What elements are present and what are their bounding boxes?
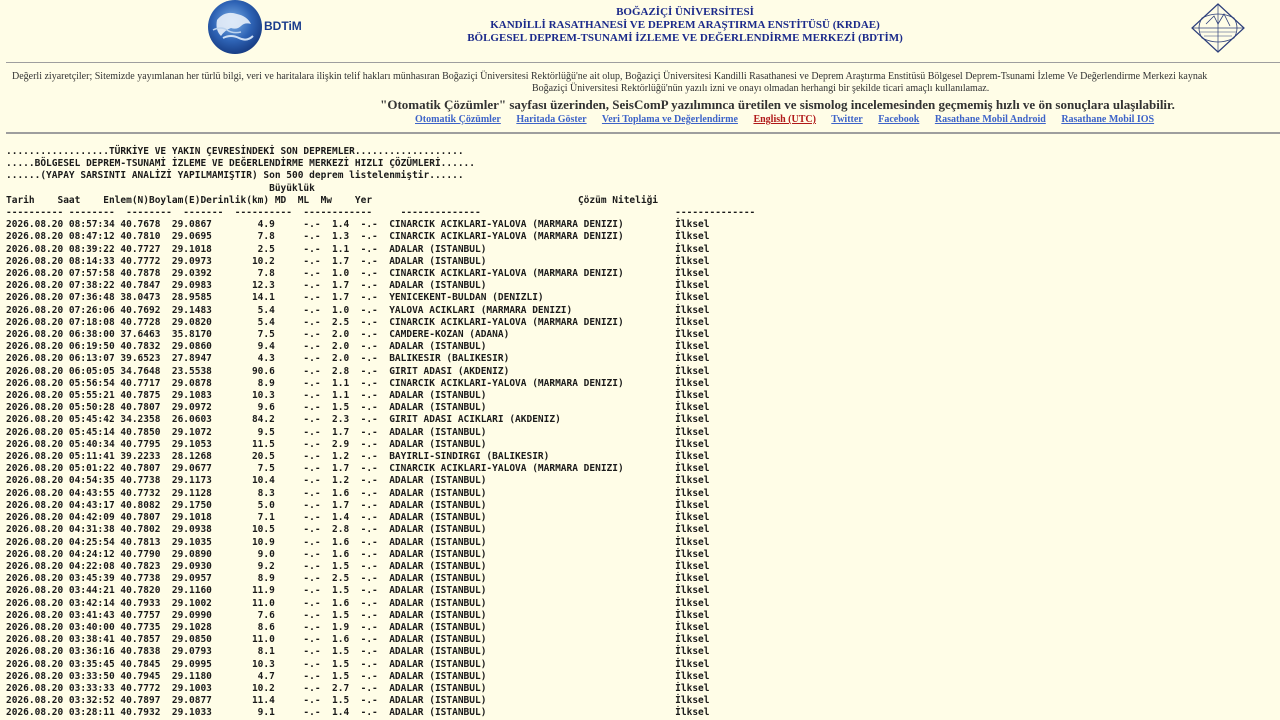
table-row: 2026.08.20 07:36:48 38.0473 28.9585 14.1… — [6, 292, 721, 304]
banner-line: ..................TÜRKİYE VE YAKIN ÇEVRE… — [6, 146, 464, 157]
nav-english[interactable]: English (UTC) — [753, 114, 816, 125]
table-row: 2026.08.20 03:44:21 40.7820 29.1160 11.9… — [6, 585, 721, 597]
table-row: 2026.08.20 07:18:08 40.7728 29.0820 5.4 … — [6, 316, 721, 328]
earthquake-rows: 2026.08.20 08:57:34 40.7678 29.0867 4.9 … — [6, 219, 755, 719]
column-headers: Tarih Saat Enlem(N)Boylam(E)Derinlik(km)… — [6, 194, 659, 206]
table-row: 2026.08.20 05:50:28 40.7807 29.0972 9.6 … — [6, 402, 721, 414]
table-row: 2026.08.20 03:41:43 40.7757 29.0990 7.6 … — [6, 609, 721, 621]
nav-twitter[interactable]: Twitter — [831, 114, 862, 125]
nav-otomatik-cozumler[interactable]: Otomatik Çözümler — [415, 114, 501, 125]
table-row: 2026.08.20 07:38:22 40.7847 29.0983 12.3… — [6, 280, 721, 292]
table-row: 2026.08.20 03:33:50 40.7945 29.1180 4.7 … — [6, 670, 721, 682]
table-row: 2026.08.20 03:33:33 40.7772 29.1003 10.2… — [6, 682, 721, 694]
automatic-solutions-tagline: "Otomatik Çözümler" sayfası üzerinden, S… — [380, 97, 1175, 112]
table-row: 2026.08.20 03:36:16 40.7838 29.0793 8.1 … — [6, 646, 721, 658]
copyright-line-2: Boğaziçi Üniversitesi Rektörlüğü'nün yaz… — [532, 83, 990, 94]
table-row: 2026.08.20 03:45:39 40.7738 29.0957 8.9 … — [6, 573, 721, 585]
banner-line: ......(YAPAY SARSINTI ANALİZİ YAPILMAMIŞ… — [6, 170, 464, 182]
bdtim-logo[interactable]: BDTiM — [207, 0, 307, 56]
header-divider — [6, 62, 1280, 63]
table-row: 2026.08.20 08:57:34 40.7678 29.0867 4.9 … — [6, 219, 721, 231]
nav-haritada-goster[interactable]: Haritada Göster — [516, 114, 586, 125]
table-row: 2026.08.20 05:45:42 34.2358 26.0603 84.2… — [6, 414, 721, 426]
institute-name: KANDİLLİ RASATHANESİ VE DEPREM ARAŞTIRMA… — [490, 19, 880, 31]
copyright-line-1: Değerli ziyaretçiler; Sitemizde yayımlan… — [12, 71, 1208, 82]
table-row: 2026.08.20 03:42:14 40.7933 29.1002 11.0… — [6, 597, 721, 609]
nav-mobil-android[interactable]: Rasathane Mobil Android — [935, 114, 1046, 125]
table-row: 2026.08.20 04:54:35 40.7738 29.1173 10.4… — [6, 475, 721, 487]
center-name: BÖLGESEL DEPREM-TSUNAMİ İZLEME VE DEĞERL… — [467, 32, 903, 44]
table-row: 2026.08.20 04:31:38 40.7802 29.0938 10.5… — [6, 524, 721, 536]
table-row: 2026.08.20 03:38:41 40.7857 29.0850 11.0… — [6, 634, 721, 646]
nav-divider — [6, 132, 1280, 134]
table-row: 2026.08.20 08:14:33 40.7772 29.0973 10.2… — [6, 255, 721, 267]
table-row: 2026.08.20 05:55:21 40.7875 29.1083 10.3… — [6, 390, 721, 402]
table-row: 2026.08.20 08:39:22 40.7727 29.1018 2.5 … — [6, 243, 721, 255]
table-row: 2026.08.20 07:26:06 40.7692 29.1483 5.4 … — [6, 304, 721, 316]
table-row: 2026.08.20 03:35:45 40.7845 29.0995 10.3… — [6, 658, 721, 670]
table-row: 2026.08.20 03:28:11 40.7932 29.1033 9.1 … — [6, 707, 721, 719]
bdtim-logo-text: BDTiM — [264, 19, 302, 33]
kandilli-logo-icon — [1191, 3, 1245, 53]
copyright-notice: Değerli ziyaretçiler; Sitemizde yayımlan… — [0, 71, 1280, 95]
nav-mobil-ios[interactable]: Rasathane Mobil IOS — [1061, 114, 1154, 125]
table-row: 2026.08.20 05:11:41 39.2233 28.1268 20.5… — [6, 451, 721, 463]
top-nav: Otomatik Çözümler Haritada Göster Veri T… — [415, 114, 1167, 125]
table-row: 2026.08.20 05:01:22 40.7807 29.0677 7.5 … — [6, 463, 721, 475]
table-row: 2026.08.20 05:40:34 40.7795 29.1053 11.5… — [6, 438, 721, 450]
table-row: 2026.08.20 06:05:05 34.7648 23.5538 90.6… — [6, 365, 721, 377]
table-row: 2026.08.20 03:32:52 40.7897 29.0877 11.4… — [6, 695, 721, 707]
header-underline: ---------- -------- -------- ------- ---… — [6, 207, 756, 219]
table-row: 2026.08.20 04:22:08 40.7823 29.0930 9.2 … — [6, 560, 721, 572]
table-row: 2026.08.20 08:47:12 40.7810 29.0695 7.8 … — [6, 231, 721, 243]
table-row: 2026.08.20 05:45:14 40.7850 29.1072 9.5 … — [6, 426, 721, 438]
table-row: 2026.08.20 04:43:17 40.8082 29.1750 5.0 … — [6, 499, 721, 511]
table-row: 2026.08.20 06:13:07 39.6523 27.8947 4.3 … — [6, 353, 721, 365]
magnitude-header: Büyüklük — [6, 182, 315, 194]
banner-line: .....BÖLGESEL DEPREM-TSUNAMİ İZLEME VE D… — [6, 158, 475, 170]
table-row: 2026.08.20 06:19:50 40.7832 29.0860 9.4 … — [6, 341, 721, 353]
page-header: BDTiM BOĞAZİÇİ ÜNİVERSİTESİ KANDİLLİ RAS… — [0, 0, 1280, 62]
university-name: BOĞAZİÇİ ÜNİVERSİTESİ — [616, 6, 754, 18]
table-row: 2026.08.20 03:40:00 40.7735 29.1028 8.6 … — [6, 621, 721, 633]
nav-facebook[interactable]: Facebook — [878, 114, 919, 125]
table-row: 2026.08.20 04:24:12 40.7790 29.0890 9.0 … — [6, 548, 721, 560]
table-row: 2026.08.20 04:25:54 40.7813 29.1035 10.9… — [6, 536, 721, 548]
table-row: 2026.08.20 06:38:00 37.6463 35.8170 7.5 … — [6, 329, 721, 341]
nav-veri-toplama[interactable]: Veri Toplama ve Değerlendirme — [602, 114, 738, 125]
table-row: 2026.08.20 07:57:58 40.7878 29.0392 7.8 … — [6, 268, 721, 280]
table-row: 2026.08.20 05:56:54 40.7717 29.0878 8.9 … — [6, 377, 721, 389]
table-row: 2026.08.20 04:42:09 40.7807 29.1018 7.1 … — [6, 512, 721, 524]
earthquake-listing: ..................TÜRKİYE VE YAKIN ÇEVRE… — [6, 146, 755, 720]
kandilli-logo[interactable] — [1188, 2, 1248, 54]
institution-title: BOĞAZİÇİ ÜNİVERSİTESİ KANDİLLİ RASATHANE… — [400, 6, 970, 45]
table-row: 2026.08.20 04:43:55 40.7732 29.1128 8.3 … — [6, 487, 721, 499]
